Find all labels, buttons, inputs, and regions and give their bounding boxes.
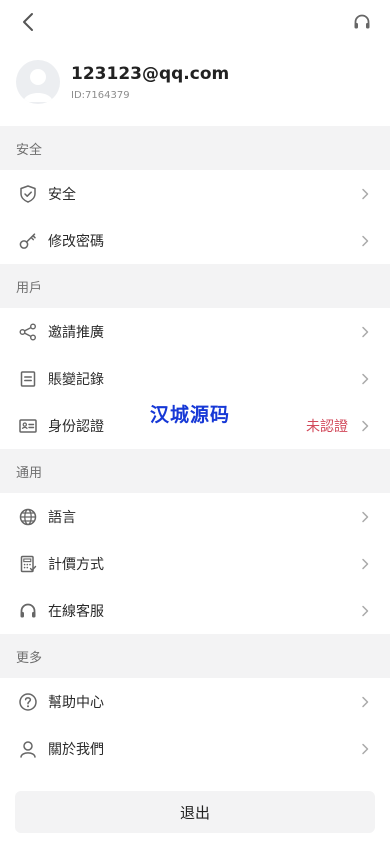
chevron-right-icon bbox=[358, 510, 372, 524]
chevron-right-icon bbox=[358, 557, 372, 571]
headset-icon bbox=[16, 599, 40, 623]
section-header-more: 更多 bbox=[0, 634, 390, 678]
back-button[interactable] bbox=[14, 8, 42, 36]
calculator-icon bbox=[16, 552, 40, 576]
chevron-right-icon bbox=[358, 419, 372, 433]
section-header-security: 安全 bbox=[0, 126, 390, 170]
menu-item-invite[interactable]: 邀請推廣 bbox=[0, 308, 390, 355]
verification-status: 未認證 bbox=[306, 418, 348, 435]
globe-icon bbox=[16, 505, 40, 529]
section-header-general: 通用 bbox=[0, 449, 390, 493]
chevron-right-icon bbox=[358, 742, 372, 756]
question-icon bbox=[16, 690, 40, 714]
menu-item-label: 在線客服 bbox=[48, 603, 104, 620]
menu-item-help-center[interactable]: 幫助中心 bbox=[0, 678, 390, 725]
menu-item-label: 安全 bbox=[48, 186, 76, 203]
avatar-placeholder-icon bbox=[23, 69, 53, 102]
menu-item-pricing-method[interactable]: 計價方式 bbox=[0, 540, 390, 587]
support-button[interactable] bbox=[348, 8, 376, 36]
menu-item-label: 賬變記錄 bbox=[48, 371, 104, 388]
menu-item-label: 邀請推廣 bbox=[48, 324, 104, 341]
chevron-right-icon bbox=[358, 604, 372, 618]
chevron-right-icon bbox=[358, 187, 372, 201]
menu-item-online-support[interactable]: 在線客服 bbox=[0, 587, 390, 634]
menu-item-language[interactable]: 語言 bbox=[0, 493, 390, 540]
profile-email: 123123@qq.com bbox=[71, 64, 230, 84]
menu-item-label: 關於我們 bbox=[48, 741, 104, 758]
chevron-right-icon bbox=[358, 372, 372, 386]
chevron-right-icon bbox=[358, 695, 372, 709]
avatar[interactable] bbox=[16, 60, 60, 104]
profile-user-id: ID:7164379 bbox=[71, 90, 130, 101]
share-icon bbox=[16, 320, 40, 344]
menu-item-about-us[interactable]: 關於我們 bbox=[0, 725, 390, 772]
headset-icon bbox=[354, 14, 370, 29]
chevron-right-icon bbox=[358, 325, 372, 339]
menu-item-label: 修改密碼 bbox=[48, 233, 104, 250]
menu-item-change-password[interactable]: 修改密碼 bbox=[0, 217, 390, 264]
profile-header: 123123@qq.com ID:7164379 bbox=[0, 44, 390, 126]
user-icon bbox=[16, 737, 40, 761]
top-bar bbox=[0, 0, 390, 44]
menu-item-security[interactable]: 安全 bbox=[0, 170, 390, 217]
menu-item-label: 計價方式 bbox=[48, 556, 104, 573]
key-icon bbox=[16, 229, 40, 253]
watermark: 汉城源码 bbox=[150, 404, 231, 426]
section-header-user: 用戶 bbox=[0, 264, 390, 308]
chevron-right-icon bbox=[358, 234, 372, 248]
chevron-left-icon bbox=[23, 13, 33, 31]
id-card-icon bbox=[16, 414, 40, 438]
document-icon bbox=[16, 367, 40, 391]
menu-item-label: 幫助中心 bbox=[48, 694, 104, 711]
logout-button[interactable]: 退出 bbox=[15, 791, 375, 833]
menu-item-label: 語言 bbox=[48, 509, 76, 526]
shield-icon bbox=[16, 182, 40, 206]
menu-item-transaction-records[interactable]: 賬變記錄 bbox=[0, 355, 390, 402]
